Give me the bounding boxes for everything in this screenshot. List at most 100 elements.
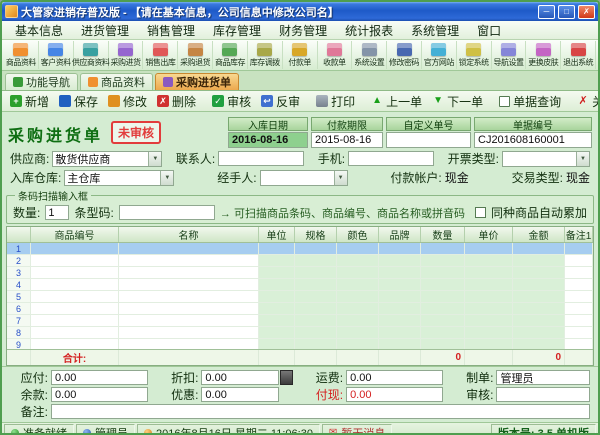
menu-sales-mgmt[interactable]: 销售管理	[138, 21, 204, 39]
menu-statistics[interactable]: 统计报表	[336, 21, 402, 39]
table-row[interactable]: 1	[7, 243, 593, 255]
toolbar-item-lock[interactable]: 锁定系统	[457, 41, 492, 69]
toolbar-item-website[interactable]: 官方网站	[422, 41, 457, 69]
unaudit-button[interactable]: ↩ 反审	[257, 92, 304, 111]
table-cell	[565, 243, 593, 254]
trade-type-value[interactable]: 现金	[566, 169, 590, 186]
toolbar-item-exit[interactable]: 退出系统	[561, 41, 596, 69]
form-row-1: 供应商: 散货供应商 ▼ 联系人: 手机: 开票类型: ▼	[2, 149, 598, 168]
column-header-2[interactable]: 名称	[119, 227, 259, 242]
tab-function-nav[interactable]: 功能导航	[5, 73, 78, 90]
discount-input[interactable]: 0.00	[201, 370, 279, 385]
toolbar-item-purchase-return[interactable]: 采购退货	[178, 41, 213, 69]
due-date-input[interactable]: 2015-08-16	[311, 132, 383, 148]
toolbar-label: 库存调拨	[250, 57, 280, 68]
maximize-button[interactable]: □	[558, 5, 575, 19]
tab-goods-info[interactable]: 商品资料	[80, 73, 153, 90]
toolbar-item-supplier[interactable]: 供应商资料	[74, 41, 109, 69]
audit-button[interactable]: ✓ 审核	[208, 92, 255, 111]
menu-inventory-mgmt[interactable]: 库存管理	[204, 21, 270, 39]
status-ready: 准备就绪	[4, 424, 74, 435]
table-row[interactable]: 2	[7, 255, 593, 267]
print-button[interactable]: 打印	[312, 92, 359, 111]
status-message[interactable]: ✉ 暂无消息	[322, 424, 392, 435]
column-header-8[interactable]: 单价	[465, 227, 513, 242]
tab-purchase-order[interactable]: 采购进货单	[155, 73, 239, 90]
mail-icon: ✉	[329, 428, 337, 435]
discount-more-button[interactable]	[280, 370, 293, 385]
toolbar-item-payment[interactable]: 付款单	[283, 41, 318, 69]
balance-input[interactable]: 0.00	[51, 387, 148, 402]
toolbar-item-skin[interactable]: 更换皮肤	[526, 41, 561, 69]
contact-input[interactable]	[218, 151, 304, 166]
table-row[interactable]: 8	[7, 327, 593, 339]
invoice-type-value	[503, 152, 576, 166]
table-row[interactable]: 3	[7, 267, 593, 279]
table-row[interactable]: 6	[7, 303, 593, 315]
invoice-type-select[interactable]: ▼	[502, 151, 590, 167]
table-row[interactable]: 9	[7, 339, 593, 349]
pay-account-value[interactable]: 现金	[445, 169, 469, 186]
toolbar-label: 客户资料	[41, 57, 71, 68]
toolbar-item-stock[interactable]: 商品库存	[213, 41, 248, 69]
menu-window-menu[interactable]: 窗口	[468, 21, 510, 39]
toolbar-item-password[interactable]: 修改密码	[387, 41, 422, 69]
column-header-6[interactable]: 品牌	[379, 227, 421, 242]
paid-input[interactable]: 0.00	[346, 387, 443, 402]
delete-button[interactable]: ✗ 删除	[153, 92, 200, 111]
freight-input[interactable]: 0.00	[346, 370, 443, 385]
save-button[interactable]: 保存	[55, 92, 102, 111]
menu-system-mgmt[interactable]: 系统管理	[402, 21, 468, 39]
table-cell	[421, 267, 465, 278]
scan-qty-input[interactable]: 1	[45, 205, 69, 220]
toolbar-item-purchase[interactable]: 采购进货	[109, 41, 144, 69]
store-date-input[interactable]: 2016-08-16	[228, 132, 308, 148]
toolbar-item-settings[interactable]: 系统设置	[352, 41, 387, 69]
close-window-button[interactable]: ✗	[578, 5, 595, 19]
minimize-button[interactable]: ─	[538, 5, 555, 19]
prev-bill-button[interactable]: ▲ 上一单	[367, 92, 426, 111]
table-row[interactable]: 4	[7, 279, 593, 291]
handler-select[interactable]: ▼	[260, 170, 348, 186]
remark-input[interactable]	[51, 404, 590, 419]
toolbar-item-receipt[interactable]: 收款单	[318, 41, 353, 69]
toolbar-item-goods[interactable]: 商品资料	[4, 41, 39, 69]
menu-bar: 基本信息进货管理销售管理库存管理财务管理统计报表系统管理窗口	[2, 21, 598, 40]
toolbar-item-sales-out[interactable]: 销售出库	[143, 41, 178, 69]
column-header-1[interactable]: 商品编号	[31, 227, 119, 242]
menu-finance-mgmt[interactable]: 财务管理	[270, 21, 336, 39]
column-header-4[interactable]: 规格	[295, 227, 337, 242]
column-header-0[interactable]	[7, 227, 31, 242]
custom-no-input[interactable]	[386, 132, 471, 148]
edit-button[interactable]: 修改	[104, 92, 151, 111]
column-header-5[interactable]: 颜色	[337, 227, 379, 242]
column-header-7[interactable]: 数量	[421, 227, 465, 242]
warehouse-select[interactable]: 主仓库 ▼	[64, 170, 174, 186]
column-header-3[interactable]: 单位	[259, 227, 295, 242]
table-cell	[513, 279, 565, 290]
menu-purchase-mgmt[interactable]: 进货管理	[72, 21, 138, 39]
reduce-input[interactable]: 0.00	[201, 387, 279, 402]
mobile-input[interactable]	[348, 151, 434, 166]
toolbar-item-customer[interactable]: 客户资料	[39, 41, 74, 69]
toolbar-item-transfer[interactable]: 库存调拨	[248, 41, 283, 69]
close-bill-button[interactable]: ✗ 关闭	[573, 92, 600, 111]
accumulate-checkbox[interactable]	[475, 207, 486, 218]
toolbar-label: 修改密码	[389, 57, 419, 68]
column-header-9[interactable]: 金额	[513, 227, 565, 242]
table-cell	[31, 327, 119, 338]
payable-input[interactable]: 0.00	[51, 370, 148, 385]
next-bill-button[interactable]: ▼ 下一单	[428, 92, 487, 111]
toolbar-item-navigation[interactable]: 导航设置	[492, 41, 527, 69]
bill-query-button[interactable]: 单据查询	[495, 92, 565, 111]
menu-basic-info[interactable]: 基本信息	[6, 21, 72, 39]
table-row[interactable]: 5	[7, 291, 593, 303]
bill-no-input[interactable]: CJ201608160001	[474, 132, 592, 148]
table-row[interactable]: 7	[7, 315, 593, 327]
barcode-input[interactable]	[119, 205, 215, 220]
table-cell	[295, 291, 337, 302]
column-header-10[interactable]: 备注1	[565, 227, 593, 242]
supplier-select[interactable]: 散货供应商 ▼	[52, 151, 162, 167]
chevron-down-icon: ▼	[576, 152, 589, 166]
new-button[interactable]: + 新增	[6, 92, 53, 111]
